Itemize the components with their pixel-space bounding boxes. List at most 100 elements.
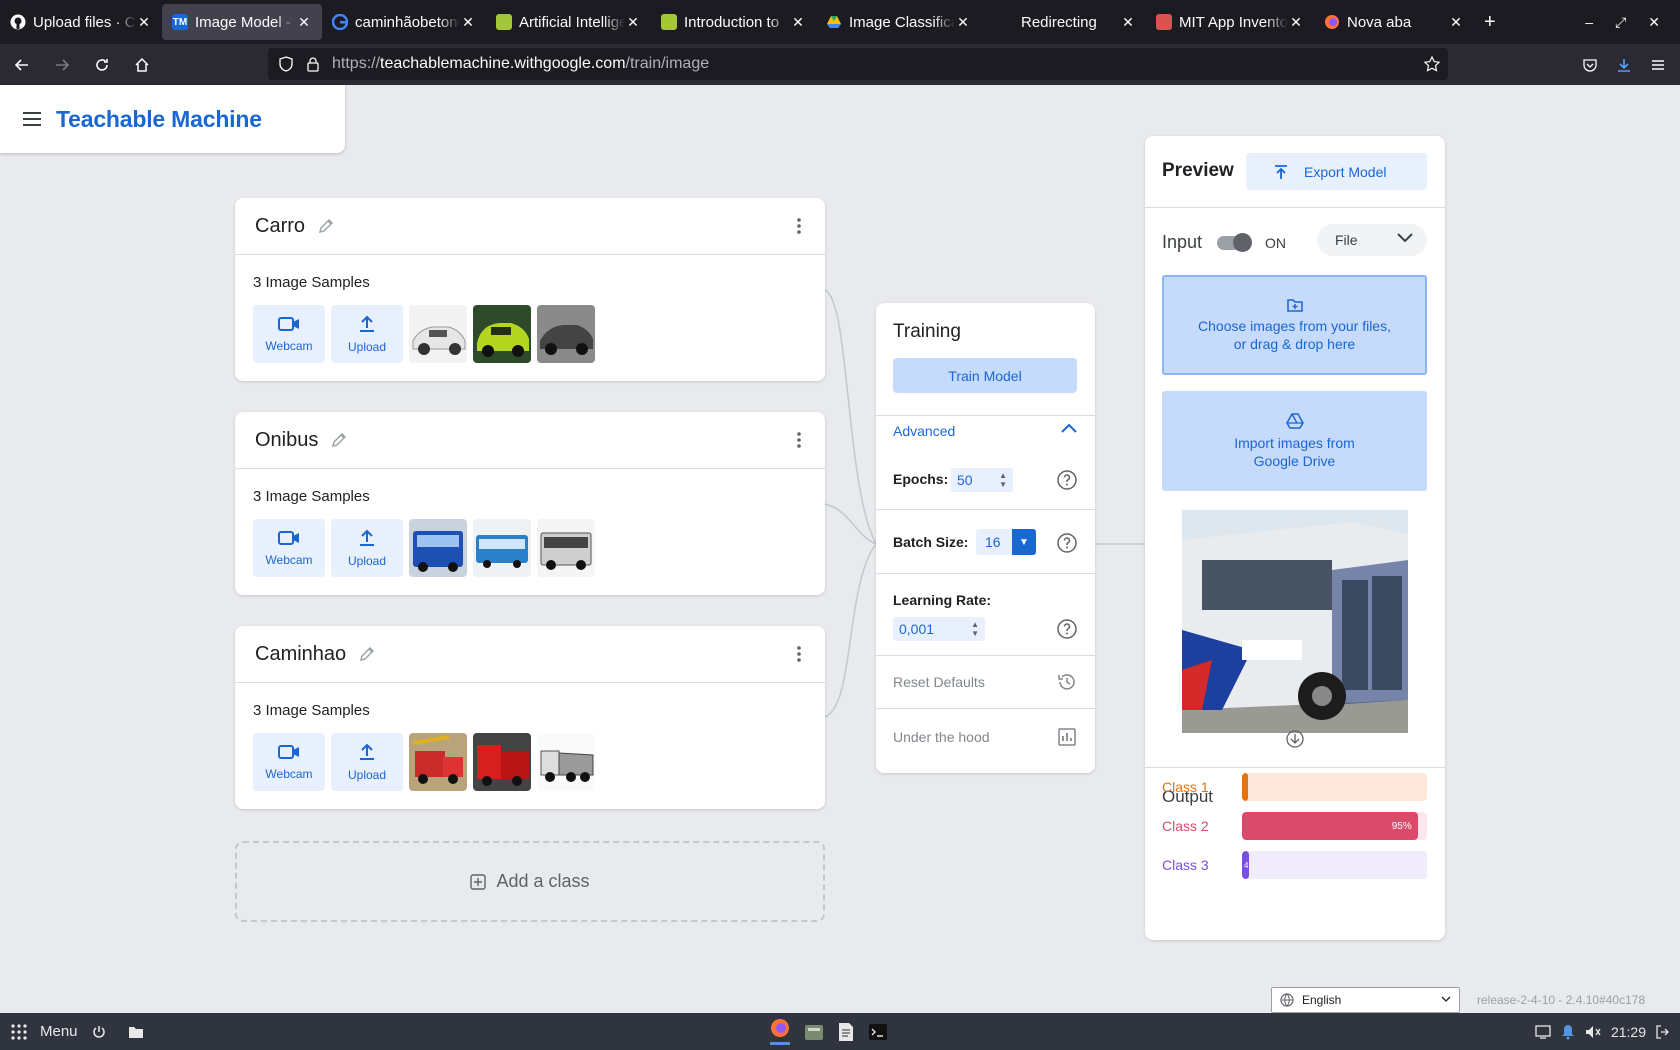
chevron-up-icon[interactable] xyxy=(1061,423,1077,433)
google-drive-import-button[interactable]: Import images from Google Drive xyxy=(1162,391,1427,491)
learning-rate-input[interactable]: 0,001 ▲ ▼ xyxy=(893,617,985,641)
sample-thumbnail[interactable] xyxy=(537,519,595,577)
close-icon[interactable]: ✕ xyxy=(296,14,312,31)
more-options-icon[interactable] xyxy=(797,646,801,662)
sample-thumbnail[interactable] xyxy=(409,733,467,791)
help-icon[interactable] xyxy=(1057,533,1077,553)
sample-thumbnail[interactable] xyxy=(409,519,467,577)
browser-tab[interactable]: Upload files · C4 ✕ xyxy=(0,4,162,40)
display-icon[interactable] xyxy=(1535,1024,1551,1039)
dropdown-arrow-icon[interactable]: ▼ xyxy=(1012,529,1036,555)
back-icon[interactable] xyxy=(4,49,40,81)
webcam-button[interactable]: Webcam xyxy=(253,519,325,577)
sample-thumbnail[interactable] xyxy=(537,305,595,363)
power-icon[interactable] xyxy=(92,1025,106,1039)
input-toggle[interactable] xyxy=(1215,232,1253,252)
hamburger-menu-icon[interactable] xyxy=(22,111,42,127)
close-icon[interactable]: ✕ xyxy=(1288,14,1304,31)
batch-size-select[interactable]: 16 ▼ xyxy=(976,529,1036,555)
app-menu-icon[interactable] xyxy=(1650,57,1666,73)
advanced-toggle[interactable]: Advanced xyxy=(893,423,955,439)
close-icon[interactable]: ✕ xyxy=(625,14,641,31)
upload-button[interactable]: Upload xyxy=(331,519,403,577)
close-icon[interactable]: ✕ xyxy=(460,14,476,31)
add-class-button[interactable]: Add a class xyxy=(235,841,825,922)
tab-title: Image Classifica xyxy=(849,13,955,31)
history-icon[interactable] xyxy=(1057,672,1077,692)
close-icon[interactable]: ✕ xyxy=(1448,14,1464,31)
terminal-icon[interactable] xyxy=(868,1023,888,1041)
forward-icon[interactable] xyxy=(44,49,80,81)
under-the-hood-button[interactable]: Under the hood xyxy=(893,729,990,745)
upload-icon xyxy=(358,529,376,547)
teachable-machine-icon: TM xyxy=(172,14,188,30)
spinner-arrows-icon[interactable]: ▲ ▼ xyxy=(971,620,979,638)
tab-title: Redirecting xyxy=(1021,13,1097,31)
home-icon[interactable] xyxy=(124,49,160,81)
epochs-input[interactable]: 50 ▲ ▼ xyxy=(951,468,1013,492)
downloads-icon[interactable] xyxy=(1616,57,1632,73)
input-source-select[interactable]: File xyxy=(1317,224,1427,256)
more-options-icon[interactable] xyxy=(797,432,801,448)
reset-defaults-button[interactable]: Reset Defaults xyxy=(893,674,985,690)
help-icon[interactable] xyxy=(1057,619,1077,639)
close-icon[interactable]: ✕ xyxy=(136,14,152,31)
url-bar[interactable]: https://teachablemachine.withgoogle.com /… xyxy=(268,48,1448,80)
browser-tab[interactable]: Image Classifica ✕ xyxy=(816,4,981,40)
webcam-button[interactable]: Webcam xyxy=(253,733,325,791)
edit-pencil-icon[interactable] xyxy=(358,645,376,663)
browser-tab[interactable]: MIT App Invento ✕ xyxy=(1146,4,1314,40)
sample-thumbnail[interactable] xyxy=(409,305,467,363)
clock[interactable]: 21:29 xyxy=(1611,1024,1646,1040)
shield-icon[interactable] xyxy=(278,56,294,72)
text-editor-icon[interactable] xyxy=(838,1022,854,1042)
arrow-down-circle-icon[interactable] xyxy=(1286,730,1304,748)
browser-tab[interactable]: Artificial Intellige ✕ xyxy=(486,4,651,40)
folder-icon[interactable] xyxy=(128,1025,144,1039)
edit-pencil-icon[interactable] xyxy=(330,431,348,449)
notification-bell-icon[interactable] xyxy=(1561,1024,1575,1040)
close-window-icon[interactable]: ✕ xyxy=(1648,14,1660,31)
sample-thumbnail[interactable] xyxy=(473,733,531,791)
start-menu-button[interactable]: Menu xyxy=(10,1023,78,1041)
new-tab-icon[interactable]: + xyxy=(1484,11,1496,34)
file-manager-icon[interactable] xyxy=(804,1022,824,1042)
volume-muted-icon[interactable] xyxy=(1585,1025,1601,1039)
reload-icon[interactable] xyxy=(84,49,120,81)
browser-tab[interactable]: Nova aba ✕ xyxy=(1314,4,1474,40)
maximize-icon[interactable]: ⤢ xyxy=(1615,14,1626,31)
upload-button[interactable]: Upload xyxy=(331,733,403,791)
file-drop-zone[interactable]: Choose images from your files, or drag &… xyxy=(1162,275,1427,375)
browser-tab-active[interactable]: TM Image Model - T ✕ xyxy=(162,4,322,40)
close-icon[interactable]: ✕ xyxy=(955,14,971,31)
class-name[interactable]: Carro xyxy=(255,215,305,238)
app-title[interactable]: Teachable Machine xyxy=(56,106,262,133)
sample-thumbnail[interactable] xyxy=(473,519,531,577)
firefox-icon[interactable] xyxy=(770,1018,790,1045)
help-icon[interactable] xyxy=(1057,470,1077,490)
minimize-icon[interactable]: – xyxy=(1585,14,1593,30)
language-select[interactable]: English xyxy=(1271,987,1460,1013)
spinner-arrows-icon[interactable]: ▲ ▼ xyxy=(999,471,1007,489)
train-model-button[interactable]: Train Model xyxy=(893,358,1077,393)
lock-icon[interactable] xyxy=(306,56,320,72)
close-icon[interactable]: ✕ xyxy=(790,14,806,31)
browser-tab[interactable]: Redirecting ✕ xyxy=(981,4,1146,40)
edit-pencil-icon[interactable] xyxy=(317,217,335,235)
bookmark-star-icon[interactable] xyxy=(1424,56,1440,72)
sample-thumbnail[interactable] xyxy=(473,305,531,363)
sample-row: Webcam Upload xyxy=(253,305,595,363)
webcam-button[interactable]: Webcam xyxy=(253,305,325,363)
bar-chart-icon[interactable] xyxy=(1057,727,1077,747)
browser-tab[interactable]: Introduction to ✕ xyxy=(651,4,816,40)
close-icon[interactable]: ✕ xyxy=(1120,14,1136,31)
more-options-icon[interactable] xyxy=(797,218,801,234)
class-name[interactable]: Caminhao xyxy=(255,643,346,666)
class-name[interactable]: Onibus xyxy=(255,429,318,452)
pocket-icon[interactable] xyxy=(1582,57,1598,73)
upload-button[interactable]: Upload xyxy=(331,305,403,363)
browser-tab[interactable]: caminhãobetoneira ✕ xyxy=(322,4,486,40)
sample-thumbnail[interactable] xyxy=(537,733,595,791)
export-model-button[interactable]: Export Model xyxy=(1246,153,1427,190)
logout-icon[interactable] xyxy=(1656,1024,1670,1039)
